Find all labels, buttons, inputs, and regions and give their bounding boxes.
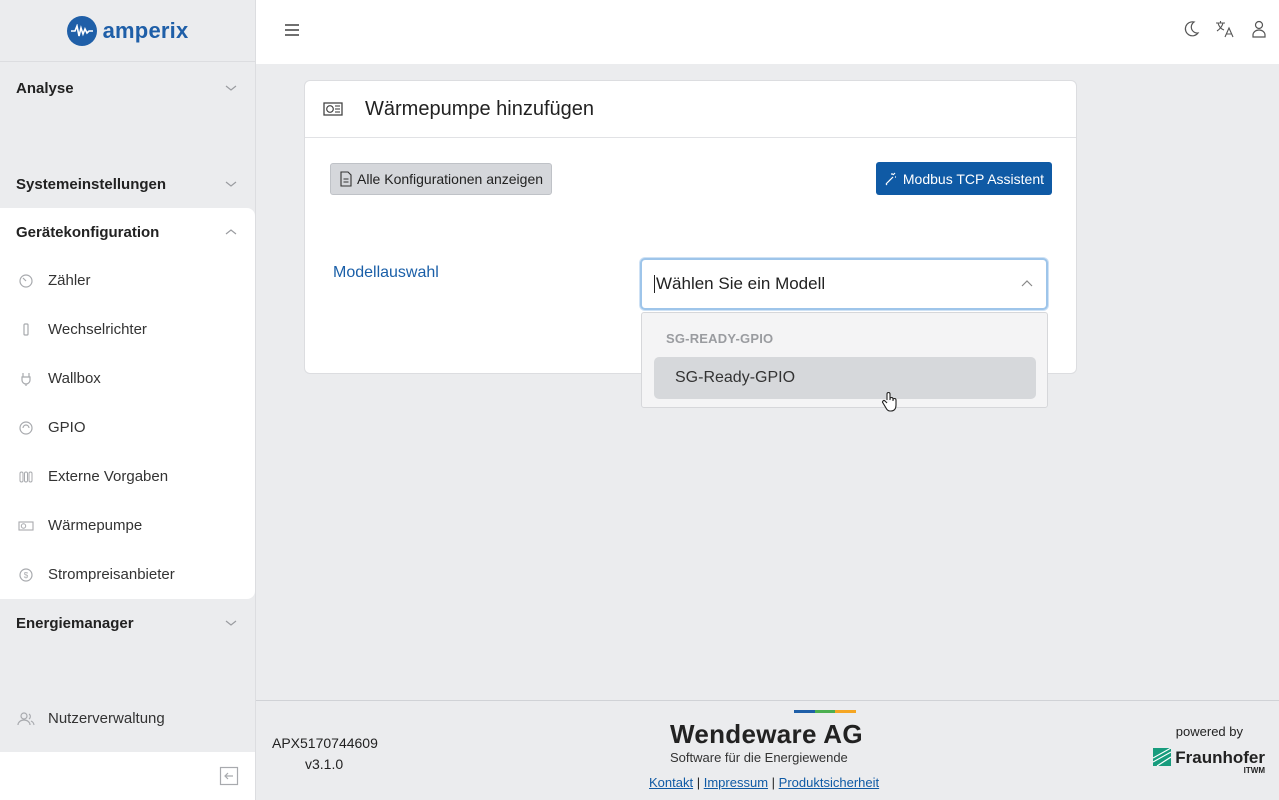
dropdown-group-label: SG-READY-GPIO [666,331,774,346]
sidebar-item-externe-vorgaben[interactable]: Externe Vorgaben [0,452,255,501]
sidebar-item-gpio[interactable]: GPIO [0,403,255,452]
wendeware-logo: Wendeware AG Software für die Energiewen… [670,710,870,765]
button-label: Modbus TCP Assistent [902,170,1044,187]
model-select[interactable]: Wählen Sie ein Modell [640,258,1048,310]
nav-group-geraetekonfiguration: Gerätekonfiguration Zähler Wechselrichte… [0,208,255,599]
sidebar-item-label: Wallbox [48,370,101,387]
sidebar-item-label: Wechselrichter [48,321,147,338]
plug-icon [16,369,36,389]
sliders-icon [16,467,36,487]
fraunhofer-logo: Fraunhofer ITWM [1153,748,1265,775]
link-produktsicherheit[interactable]: Produktsicherheit [779,775,879,790]
powered-by-label: powered by [1175,724,1243,739]
fraunhofer-mark-icon [1153,748,1172,766]
heat-pump-icon [16,516,36,536]
show-all-configurations-button[interactable]: Alle Konfigurationen anzeigen [330,163,553,195]
footer-links: Kontakt | Impressum | Produktsicherheit [649,775,879,790]
svg-text:$: $ [24,571,29,580]
sidebar-item-strompreisanbieter[interactable]: $ Strompreisanbieter [0,550,255,599]
chevron-down-icon [225,85,237,91]
chevron-up-icon [225,229,237,235]
sidebar-item-zaehler[interactable]: Zähler [0,256,255,305]
nav-section-label: Gerätekonfiguration [16,223,160,241]
nav-section-label: Systemeinstellungen [16,175,167,193]
version-info: APX5170744609 v3.1.0 [272,733,378,775]
serial-number: APX5170744609 [272,735,378,751]
nav-section-label: Analyse [16,79,74,97]
link-kontakt[interactable]: Kontakt [649,775,693,790]
wand-icon [885,172,896,185]
sidebar-item-label: Externe Vorgaben [48,468,169,485]
dollar-coin-icon: $ [16,565,36,585]
inverter-icon [16,320,36,340]
wendeware-color-bar [794,710,857,713]
topbar [256,0,1279,64]
nav-section-systemeinstellungen[interactable]: Systemeinstellungen [0,160,255,208]
language-translate-icon[interactable] [1215,18,1235,40]
chevron-up-icon [1021,280,1033,287]
hand-cursor-icon [882,392,897,412]
gauge-icon [16,271,36,291]
model-select-placeholder: Wählen Sie ein Modell [656,274,826,293]
chevron-down-icon [225,620,237,626]
dropdown-option-sg-ready-gpio[interactable]: SG-Ready-GPIO [654,357,1036,399]
sidebar-item-waermepumpe[interactable]: Wärmepumpe [0,501,255,550]
sidebar-item-wechselrichter[interactable]: Wechselrichter [0,305,255,354]
sidebar-item-label: Zähler [48,272,91,289]
company-name: Wendeware AG [670,719,863,749]
chevron-down-icon [225,181,237,187]
text-cursor [654,275,655,293]
link-separator: | [771,775,776,790]
dark-mode-moon-icon[interactable] [1181,18,1201,40]
sidebar-item-label: Nutzerverwaltung [48,710,165,727]
footer: APX5170744609 v3.1.0 Wendeware AG Softwa… [256,700,1279,800]
button-label: Alle Konfigurationen anzeigen [357,171,544,187]
nav-section-geraetekonfiguration[interactable]: Gerätekonfiguration [0,208,255,256]
collapse-sidebar-icon [219,766,239,786]
nav-section-analyse[interactable]: Analyse [0,64,255,112]
nav-section-energiemanager[interactable]: Energiemanager [0,599,255,647]
model-dropdown-menu: SG-READY-GPIO SG-Ready-GPIO [641,312,1048,408]
modbus-tcp-assistant-button[interactable]: Modbus TCP Assistent [875,162,1052,195]
company-tagline: Software für die Energiewende [670,750,848,765]
brand-logo[interactable]: amperix [0,0,255,62]
model-selection-label: Modellauswahl [333,264,439,281]
page-title: Wärmepumpe hinzufügen [365,97,595,120]
link-separator: | [696,775,701,790]
brand-name: amperix [102,17,189,43]
sidebar: amperix Analyse Systemeinstellungen Gerä… [0,0,256,800]
hamburger-menu-icon[interactable] [284,23,300,42]
amperix-logo-icon [66,15,97,46]
version-number: v3.1.0 [305,756,344,772]
sidebar-item-wallbox[interactable]: Wallbox [0,354,255,403]
user-profile-icon[interactable] [1249,18,1269,40]
gpio-icon [16,418,36,438]
sidebar-item-label: Strompreisanbieter [48,566,175,583]
users-icon [16,709,36,729]
sidebar-item-nutzerverwaltung[interactable]: Nutzerverwaltung [0,694,255,743]
sidebar-item-label: GPIO [48,419,86,436]
nav-section-label: Energiemanager [16,614,134,632]
sidebar-item-label: Wärmepumpe [48,517,143,534]
option-label: SG-Ready-GPIO [675,369,796,386]
sidebar-collapse-button[interactable] [0,752,255,800]
partner-name: Fraunhofer [1175,748,1265,767]
document-icon [340,171,352,187]
link-impressum[interactable]: Impressum [704,775,768,790]
heat-pump-icon [323,102,343,116]
card-header: Wärmepumpe hinzufügen [305,81,1076,138]
